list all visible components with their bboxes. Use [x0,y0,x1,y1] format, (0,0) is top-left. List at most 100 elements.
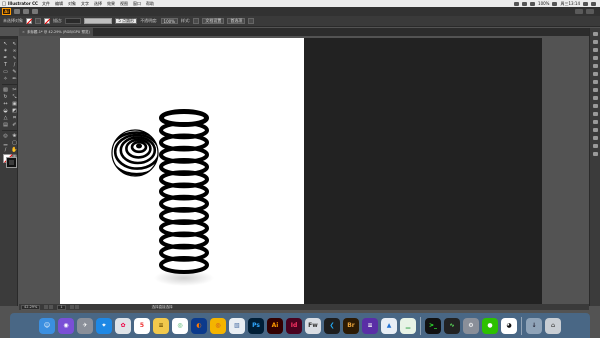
menu-select[interactable]: 选择 [94,1,102,7]
hand-tool-icon[interactable]: ✋ [11,147,18,153]
brushes-panel-icon[interactable] [592,64,598,68]
properties-panel-icon[interactable] [592,32,598,36]
bridge-app-icon[interactable]: Br [343,317,359,334]
stroke-weight-field[interactable] [65,18,82,24]
siri-icon[interactable]: ◉ [58,317,74,334]
layers-panel-icon[interactable] [592,40,598,44]
eyedropper-tool-icon[interactable]: ✐ [11,122,18,128]
bridge-icon[interactable] [14,9,20,14]
color-panel-icon[interactable] [592,48,598,52]
scale-tool-icon[interactable]: ⤡ [11,94,18,100]
status-icon[interactable] [514,1,520,6]
apple-menu-icon[interactable]:  [0,1,8,7]
stock-icon[interactable] [23,9,29,14]
fireworks-icon[interactable]: Fw [305,317,321,334]
swatches-panel-icon[interactable] [592,56,598,60]
activity-monitor-icon[interactable]: ∿ [444,317,460,334]
current-tool-status[interactable]: 选择直接选择 [152,305,173,310]
menu-object[interactable]: 对象 [68,1,76,7]
vscode-icon[interactable]: ❮ [324,317,340,334]
free-transform-tool-icon[interactable]: ▣ [11,101,18,107]
chrome-canary-icon[interactable]: ◎ [210,317,226,334]
status-icon[interactable] [522,1,528,6]
finder-icon[interactable]: ☺ [39,317,55,334]
last-artboard-button[interactable] [74,305,79,309]
illustrator-icon[interactable]: Ai [267,317,283,334]
numbers-icon[interactable]: ▁ [400,317,416,334]
menu-view[interactable]: 视图 [120,1,128,7]
indesign-icon[interactable]: Id [286,317,302,334]
notification-center-icon[interactable] [591,1,596,6]
opacity-field[interactable]: 100% [160,18,178,24]
menu-effect[interactable]: 效果 [107,1,115,7]
menu-edit[interactable]: 编辑 [55,1,63,7]
fill-stroke-widget[interactable] [3,154,17,168]
search-icon[interactable] [586,9,594,14]
gradient-tool-icon[interactable]: ▤ [2,122,9,128]
ruler-app-icon[interactable]: ≡ [362,317,378,334]
document-setup-button[interactable]: 文档设置 [202,18,225,24]
spotlight-icon[interactable] [583,1,588,6]
transform-panel-icon[interactable] [592,136,598,140]
canvas[interactable] [19,36,589,304]
trash-icon[interactable]: ⌂ [545,317,561,334]
appearance-panel-icon[interactable] [592,104,598,108]
safari-icon[interactable]: ⌖ [96,317,112,334]
gradient-panel-icon[interactable] [592,88,598,92]
pathfinder-panel-icon[interactable] [592,128,598,132]
preferences-button[interactable]: 首选项 [227,18,246,24]
column-graph-tool-icon[interactable]: ▁ [2,140,9,146]
document-tab[interactable]: × 未标题-1* @ 42.29% (RGB/GPU 预览) [19,28,93,36]
graphic-style-swatch[interactable] [193,18,200,24]
striped-artwork[interactable] [19,36,589,304]
mesh-tool-icon[interactable]: ⌗ [11,115,18,121]
launchpad-icon[interactable]: ✈ [77,317,93,334]
line-tool-icon[interactable]: / [11,62,18,68]
symbols-panel-icon[interactable] [592,72,598,76]
variable-width-profile[interactable] [84,18,113,24]
perspective-grid-tool-icon[interactable]: △ [2,115,9,121]
rotate-tool-icon[interactable]: ↻ [2,94,9,100]
paintbrush-tool-icon[interactable]: ✎ [11,69,18,75]
workspace-switcher[interactable] [575,9,583,14]
menu-help[interactable]: 帮助 [146,1,154,7]
pencil-tool-icon[interactable]: ✏ [11,76,18,82]
selection-tool-icon[interactable]: ↖ [2,41,9,47]
blend-tool-icon[interactable]: ◎ [2,133,9,139]
menu-type[interactable]: 文字 [81,1,89,7]
eraser-tool-icon[interactable]: ▧ [2,87,9,93]
direct-selection-tool-icon[interactable]: ⇖ [11,41,18,47]
photos-icon[interactable]: ✿ [115,317,131,334]
app-menu[interactable]: Illustrator CC [8,1,38,6]
slice-tool-icon[interactable]: ∕ [2,147,9,153]
live-paint-tool-icon[interactable]: ◩ [11,108,18,114]
pen-tool-icon[interactable]: ✒ [2,55,9,61]
gpu-performance-icon[interactable] [32,9,38,14]
zoom-level-field[interactable]: 42.29% [21,304,41,310]
arrange-documents-icon[interactable] [248,18,255,24]
notes-icon[interactable]: ≡ [153,317,169,334]
brush-definition-dropdown[interactable]: 5 点圆形 [115,18,138,24]
align-panel-icon[interactable] [592,120,598,124]
terminal-icon[interactable]: >_ [425,317,441,334]
system-preferences-icon[interactable]: ⚙ [463,317,479,334]
wifi-icon[interactable] [530,1,536,6]
character-panel-icon[interactable] [592,144,598,148]
lasso-tool-icon[interactable]: ∞ [11,48,18,54]
preview-icon[interactable]: ▧ [229,317,245,334]
width-tool-icon[interactable]: ↔ [2,101,9,107]
fill-dropdown[interactable] [35,18,41,24]
curvature-tool-icon[interactable]: ∿ [11,55,18,61]
stroke-swatch[interactable] [44,18,50,24]
type-tool-icon[interactable]: T [2,62,9,68]
calendar-icon[interactable]: 5 [134,317,150,334]
downloads-stack-icon[interactable]: ↓ [526,317,542,334]
graphic-styles-panel-icon[interactable] [592,112,598,116]
stroke-panel-icon[interactable] [592,80,598,84]
first-artboard-button[interactable] [44,305,49,309]
previous-artboard-button[interactable] [49,305,54,309]
paragraph-panel-icon[interactable] [592,152,598,156]
artboard-number-field[interactable]: 1 [57,304,66,310]
wechat-icon[interactable]: ● [482,317,498,334]
rectangle-tool-icon[interactable]: ▭ [2,69,9,75]
